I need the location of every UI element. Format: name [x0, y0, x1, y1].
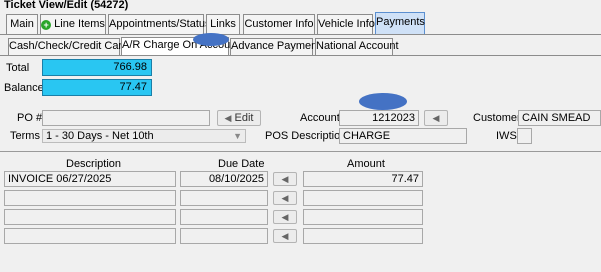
tab-strip-divider [0, 34, 601, 35]
annotation-oval [193, 33, 229, 46]
row-due-date: 08/10/2025 [180, 171, 268, 187]
plus-circle-icon: + [41, 20, 52, 30]
tab-label: Line Items [54, 18, 105, 30]
section-divider [0, 151, 601, 152]
edit-button-label: Edit [234, 112, 254, 124]
arrow-left-icon: ◀ [281, 231, 289, 241]
row-amount [303, 209, 423, 225]
iws-label: IWS [496, 130, 517, 142]
pos-description-field: CHARGE [339, 128, 467, 144]
tab-line-items[interactable]: + Line Items [40, 14, 106, 34]
arrow-left-icon: ◀ [281, 174, 289, 184]
due-date-button[interactable]: ◀ [273, 210, 297, 224]
total-label: Total [6, 62, 30, 74]
tab-appointments-status[interactable]: Appointments/Status [108, 14, 211, 34]
terms-select-value: 1 - 30 Days - Net 10th [46, 130, 154, 142]
account-field: 1212023 [339, 110, 419, 126]
customer-field: CAIN SMEAD [518, 110, 601, 126]
balance-value: 77.47 [42, 79, 152, 96]
column-header-description: Description [66, 158, 122, 170]
window-title: Ticket View/Edit (54272) [4, 0, 129, 11]
arrow-left-icon: ◀ [281, 193, 289, 203]
row-due-date [180, 209, 268, 225]
tab-vehicle-info[interactable]: Vehicle Info [317, 14, 375, 34]
due-date-button[interactable]: ◀ [273, 172, 297, 186]
row-amount [303, 190, 423, 206]
account-lookup-button[interactable]: ◀ [424, 110, 448, 126]
terms-label: Terms [10, 130, 40, 142]
column-header-amount: Amount [347, 158, 385, 170]
subtab-label: Advance Payment [231, 40, 321, 52]
subtab-cash-check-credit[interactable]: Cash/Check/Credit Card [8, 38, 128, 55]
po-label: PO # [17, 112, 43, 124]
po-input[interactable] [42, 110, 210, 126]
subtab-national-account[interactable]: National Account [315, 38, 399, 55]
row-amount: 77.47 [303, 171, 423, 187]
tab-label: Customer Info [244, 18, 314, 30]
chevron-down-icon: ▼ [233, 131, 242, 141]
arrow-left-icon: ◀ [224, 113, 232, 123]
tab-customer-info[interactable]: Customer Info [243, 14, 315, 34]
tab-label: Links [210, 18, 236, 30]
tab-links[interactable]: Links [206, 14, 240, 34]
arrow-left-icon: ◀ [281, 212, 289, 222]
row-description [4, 190, 176, 206]
terms-select[interactable]: 1 - 30 Days - Net 10th ▼ [42, 129, 246, 143]
row-description [4, 209, 176, 225]
arrow-left-icon: ◀ [432, 113, 440, 123]
row-amount [303, 228, 423, 244]
due-date-button[interactable]: ◀ [273, 191, 297, 205]
subtab-advance-payment[interactable]: Advance Payment [230, 38, 320, 55]
total-value: 766.98 [42, 59, 152, 76]
tab-label: Vehicle Info [318, 18, 375, 30]
tab-label: Payments [376, 16, 425, 28]
subtab-strip-divider [0, 55, 601, 56]
subtab-label: Cash/Check/Credit Card [9, 40, 129, 52]
tab-main[interactable]: Main [6, 14, 38, 34]
row-description [4, 228, 176, 244]
row-due-date [180, 190, 268, 206]
customer-label: Customer [473, 112, 521, 124]
pos-description-label: POS Description [265, 130, 347, 142]
row-description: INVOICE 06/27/2025 [4, 171, 176, 187]
tab-label: Main [10, 18, 34, 30]
tab-label: Appointments/Status [109, 18, 211, 30]
row-due-date [180, 228, 268, 244]
annotation-oval [359, 93, 407, 110]
subtab-label: National Account [316, 40, 399, 52]
due-date-button[interactable]: ◀ [273, 229, 297, 243]
edit-button[interactable]: ◀ Edit [217, 110, 261, 126]
balance-label: Balance [4, 82, 44, 94]
tab-payments[interactable]: Payments [375, 12, 425, 34]
iws-field [517, 128, 532, 144]
column-header-due-date: Due Date [218, 158, 265, 170]
account-label: Account [300, 112, 340, 124]
